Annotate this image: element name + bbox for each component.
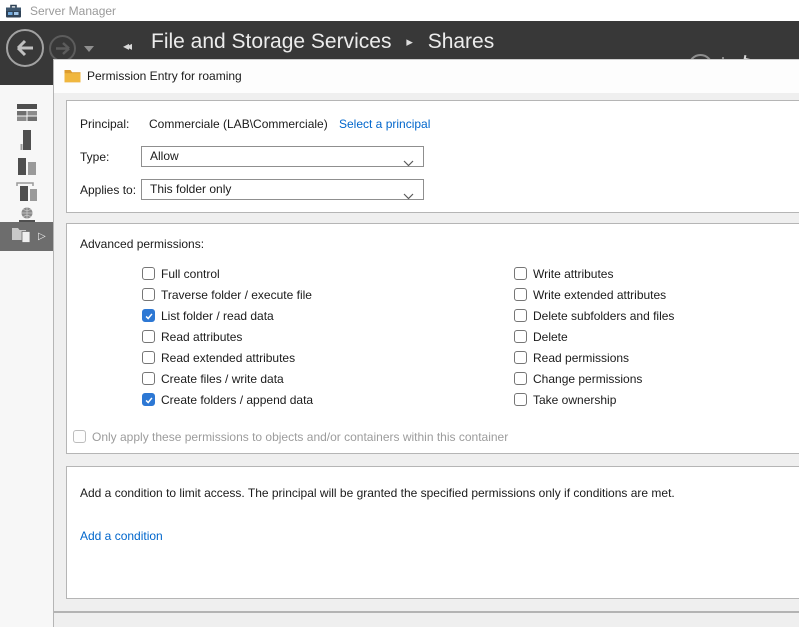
expand-pane-icon[interactable]: ▷ [38,231,46,242]
sidebar-item-server-group[interactable] [0,180,53,204]
history-dropdown-icon[interactable] [84,46,94,52]
permission-row: Traverse folder / execute file [142,284,313,305]
sidebar-item-all-servers[interactable] [0,155,53,179]
checkbox-only-apply [73,430,86,443]
permission-row: Delete [514,326,674,347]
breadcrumb: File and Storage Services ▸ Shares [151,30,494,54]
advanced-permissions-section: Advanced permissions: Full control Trave… [66,223,799,454]
checkbox-create-folders[interactable] [142,393,155,406]
principal-value: Commerciale (LAB\Commerciale) [149,117,328,131]
breadcrumb-separator-icon: ▸ [406,34,413,50]
window-titlebar: Server Manager [0,0,799,21]
permission-label: Create folders / append data [161,393,313,407]
permission-label: Write attributes [533,267,613,281]
permission-label: Create files / write data [161,372,284,386]
checkbox-read-permissions[interactable] [514,351,527,364]
permission-row: Read attributes [142,326,313,347]
applies-to-label: Applies to: [80,183,136,197]
permissions-column-right: Write attributes Write extended attribut… [514,263,674,410]
only-apply-row: Only apply these permissions to objects … [73,426,508,447]
sidebar-item-file-storage-services[interactable]: ▷ [0,222,53,251]
checkbox-write-attributes[interactable] [514,267,527,280]
permission-label: Read permissions [533,351,629,365]
dialog-header: Permission Entry for roaming [54,60,799,93]
permission-row: Read permissions [514,347,674,368]
permission-row: Create files / write data [142,368,313,389]
permission-row: Change permissions [514,368,674,389]
principal-type-section: Principal: Commerciale (LAB\Commerciale)… [66,100,799,213]
permission-label: Delete subfolders and files [533,309,674,323]
permission-label: Write extended attributes [533,288,666,302]
collapse-breadcrumb-icon[interactable]: ◂◂ [123,39,129,53]
type-dropdown[interactable]: Allow [141,146,424,167]
applies-to-dropdown[interactable]: This folder only [141,179,424,200]
sidebar-item-local-server[interactable] [0,128,53,152]
permission-label: Full control [161,267,220,281]
select-principal-link[interactable]: Select a principal [339,117,430,131]
local-server-icon [16,130,38,150]
permissions-column-left: Full control Traverse folder / execute f… [142,263,313,410]
sidebar-item-dashboard[interactable] [0,100,53,124]
condition-section: Add a condition to limit access. The pri… [66,466,799,599]
add-condition-link[interactable]: Add a condition [80,529,163,543]
checkbox-delete[interactable] [514,330,527,343]
type-label: Type: [80,150,109,164]
checkbox-create-files[interactable] [142,372,155,385]
forward-button[interactable] [49,35,76,62]
permission-row: Write attributes [514,263,674,284]
checkbox-full-control[interactable] [142,267,155,280]
permission-row: Take ownership [514,389,674,410]
checkbox-delete-subfolders[interactable] [514,309,527,322]
chevron-down-icon [403,154,414,173]
permission-row: Create folders / append data [142,389,313,410]
advanced-permissions-label: Advanced permissions: [80,237,204,251]
only-apply-label: Only apply these permissions to objects … [92,430,508,444]
dashboard-icon [16,103,38,122]
checkbox-change-permissions[interactable] [514,372,527,385]
dialog-title: Permission Entry for roaming [87,69,242,83]
type-dropdown-value: Allow [150,149,179,163]
server-group-icon [16,182,38,202]
chevron-down-icon [403,187,414,206]
applies-to-dropdown-value: This folder only [150,182,231,196]
permission-entry-dialog: Permission Entry for roaming Principal: … [53,59,799,627]
permission-label: List folder / read data [161,309,274,323]
checkbox-read-extended-attributes[interactable] [142,351,155,364]
folder-icon [64,69,81,88]
all-servers-icon [16,158,38,177]
back-button[interactable] [6,29,44,67]
permission-label: Delete [533,330,568,344]
permission-row: Delete subfolders and files [514,305,674,326]
condition-description: Add a condition to limit access. The pri… [80,486,675,500]
principal-label: Principal: [80,117,129,131]
checkbox-take-ownership[interactable] [514,393,527,406]
permission-row: Write extended attributes [514,284,674,305]
permission-row: Read extended attributes [142,347,313,368]
breadcrumb-item-shares[interactable]: Shares [428,30,495,53]
checkbox-read-attributes[interactable] [142,330,155,343]
permission-row: List folder / read data [142,305,313,326]
dialog-footer-divider [54,611,799,613]
checkbox-write-extended-attributes[interactable] [514,288,527,301]
permission-label: Traverse folder / execute file [161,288,312,302]
permission-label: Read extended attributes [161,351,295,365]
permission-label: Read attributes [161,330,242,344]
window-title: Server Manager [30,4,116,18]
permission-row: Full control [142,263,313,284]
sidebar: ▷ [0,85,53,627]
file-storage-icon [11,225,31,248]
checkbox-list-folder[interactable] [142,309,155,322]
permission-label: Change permissions [533,372,642,386]
breadcrumb-item-file-storage[interactable]: File and Storage Services [151,30,391,53]
checkbox-traverse-folder[interactable] [142,288,155,301]
permission-label: Take ownership [533,393,616,407]
